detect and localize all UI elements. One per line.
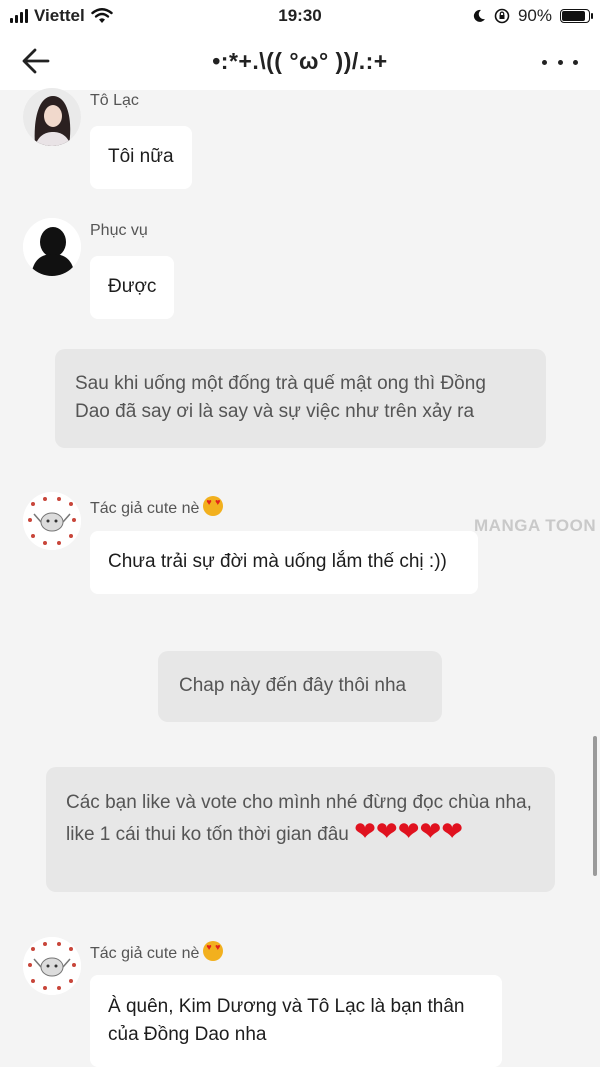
sender-name: Tô Lạc — [90, 92, 139, 109]
avatar-author[interactable] — [23, 492, 81, 550]
avatar-phuc-vu[interactable] — [23, 218, 81, 276]
message-text: Tôi nữa — [108, 146, 174, 167]
message-text: Chưa trải sự đời mà uống lắm thế chị :)) — [108, 551, 447, 572]
status-bar-right: 90% — [472, 6, 593, 26]
message-text: Được — [108, 276, 157, 297]
avatar-author[interactable] — [23, 937, 81, 995]
status-bar: Viettel 19:30 90% — [0, 0, 600, 32]
battery-percent: 90% — [517, 6, 552, 25]
chat-header: •:*+.\(( °ω° ))/.:+ — [0, 32, 600, 90]
sender-name: Phục vụ — [90, 222, 148, 239]
heart-eyes-emoji-icon — [203, 941, 224, 961]
message-bubble[interactable]: À quên, Kim Dương và Tô Lạc là bạn thân … — [90, 975, 502, 1067]
narration-box: Sau khi uống một đống trà quế mật ong th… — [55, 349, 546, 448]
heart-icon: ❤❤❤❤❤ — [354, 816, 464, 846]
rotation-lock-icon — [494, 8, 510, 24]
message-bubble[interactable]: Chưa trải sự đời mà uống lắm thế chị :)) — [90, 531, 478, 594]
narration-box: Các bạn like và vote cho mình nhé đừng đ… — [46, 767, 555, 892]
scrollbar[interactable] — [593, 736, 597, 876]
narration-text: Chap này đến đây thôi nha — [179, 675, 407, 696]
page-title: •:*+.\(( °ω° ))/.:+ — [212, 48, 388, 74]
moon-icon — [473, 9, 485, 22]
more-button[interactable] — [542, 50, 578, 74]
more-icon — [542, 59, 578, 65]
narration-box: Chap này đến đây thôi nha — [158, 651, 442, 722]
message-bubble[interactable]: Được — [90, 256, 174, 319]
message-text: À quên, Kim Dương và Tô Lạc là bạn thân … — [108, 996, 465, 1045]
avatar-to-lac[interactable] — [23, 88, 81, 146]
message-bubble[interactable]: Tôi nữa — [90, 126, 192, 189]
sender-name: Tác giả cute nè — [90, 496, 224, 518]
narration-text: Sau khi uống một đống trà quế mật ong th… — [75, 373, 486, 422]
sender-name: Tác giả cute nè — [90, 941, 224, 963]
heart-eyes-emoji-icon — [203, 496, 224, 516]
battery-icon — [560, 9, 593, 23]
watermark: MANGA TOON — [474, 516, 597, 535]
